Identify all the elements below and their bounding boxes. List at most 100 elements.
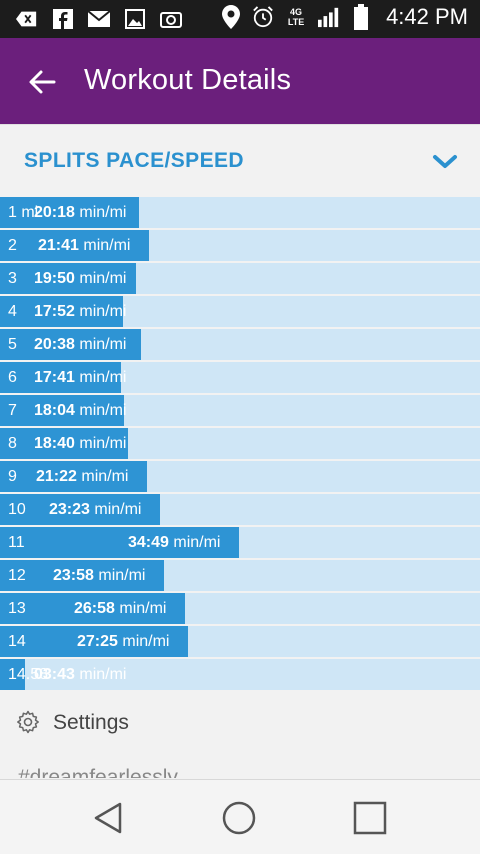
split-pace: 21:41 min/mi [38,237,130,255]
hashtag-text: #dreamfearlessly [18,766,178,778]
splits-section-title: SPLITS PACE/SPEED [24,149,244,172]
splits-list: 1 mi 20:18 min/mi 2 21:41 min/mi 3 19:50 min/… [0,197,480,692]
split-pace: 26:58 min/mi [74,600,166,618]
battery-icon [350,4,372,30]
back-arrow-icon[interactable] [26,66,58,98]
split-label: 10 [8,501,26,518]
split-pace-value: 21:41 [38,237,79,254]
split-pace-value: 18:04 [34,402,75,419]
split-row: 1 mi 20:18 min/mi [0,197,480,230]
split-row: 12 23:58 min/mi [0,560,480,593]
split-row: 5 20:38 min/mi [0,329,480,362]
split-pace-unit: min/mi [79,666,127,683]
split-row: 2 21:41 min/mi [0,230,480,263]
split-label: 8 [8,435,17,452]
split-label: 12 [8,567,26,584]
split-pace: 23:23 min/mi [49,501,141,519]
split-label: 5 [8,336,17,353]
split-pace: 20:18 min/mi [34,204,126,222]
split-row: 7 18:04 min/mi [0,395,480,428]
split-pace-value: 27:25 [77,633,118,650]
signal-icon [318,6,340,28]
split-pace-unit: min/mi [79,435,127,452]
split-row: 14 27:25 min/mi [0,626,480,659]
split-pace: 17:41 min/mi [34,369,126,387]
split-pace-unit: min/mi [98,567,146,584]
split-pace-value: 17:52 [34,303,75,320]
split-pace-unit: min/mi [122,633,170,650]
chevron-down-icon[interactable] [432,153,458,171]
split-row: 10 23:23 min/mi [0,494,480,527]
splits-section-header[interactable]: SPLITS PACE/SPEED [0,124,480,196]
split-row: 14.58 03:43 min/mi [0,659,480,692]
split-pace-unit: min/mi [79,402,127,419]
split-pace-value: 19:50 [34,270,75,287]
settings-row[interactable]: Settings [0,692,480,754]
split-pace: 23:58 min/mi [53,567,145,585]
split-pace: 21:22 min/mi [36,468,128,486]
split-pace-value: 21:22 [36,468,77,485]
split-label: 2 [8,237,17,254]
split-pace: 18:04 min/mi [34,402,126,420]
settings-label: Settings [53,711,129,734]
split-row: 8 18:40 min/mi [0,428,480,461]
gear-icon [16,710,40,734]
home-circle-icon[interactable] [221,800,257,836]
camera-icon [160,8,182,30]
split-row: 4 17:52 min/mi [0,296,480,329]
split-pace-unit: min/mi [79,303,127,320]
recents-square-icon[interactable] [352,800,388,836]
page-title: Workout Details [84,64,292,96]
split-pace-unit: min/mi [119,600,167,617]
split-row: 11 34:49 min/mi [0,527,480,560]
split-pace: 17:52 min/mi [34,303,126,321]
alarm-icon [252,6,274,28]
split-pace: 34:49 min/mi [128,534,220,552]
image-icon [124,8,146,30]
split-pace-value: 23:23 [49,501,90,518]
split-pace-value: 03:43 [34,666,75,683]
status-time: 4:42 PM [386,4,468,29]
split-pace-value: 17:41 [34,369,75,386]
split-pace: 19:50 min/mi [34,270,126,288]
split-pace-value: 34:49 [128,534,169,551]
facebook-icon [52,8,74,30]
split-pace-unit: min/mi [81,468,129,485]
split-pace-value: 20:18 [34,204,75,221]
split-row: 3 19:50 min/mi [0,263,480,296]
split-pace-unit: min/mi [79,369,127,386]
location-pin-icon [220,5,242,29]
split-pace-unit: min/mi [79,336,127,353]
split-pace-unit: min/mi [79,270,127,287]
split-label: 6 [8,369,17,386]
split-pace: 20:38 min/mi [34,336,126,354]
split-pace-value: 20:38 [34,336,75,353]
network-icon: 4G LTE [287,7,305,27]
split-pace-unit: min/mi [173,534,221,551]
split-label: 3 [8,270,17,287]
split-pace-unit: min/mi [79,204,127,221]
split-label: 13 [8,600,26,617]
split-pace-unit: min/mi [83,237,131,254]
split-label: 14 [8,633,26,650]
split-label: 7 [8,402,17,419]
split-row: 6 17:41 min/mi [0,362,480,395]
status-bar: 4G LTE 4:42 PM [0,0,480,38]
split-pace: 27:25 min/mi [77,633,169,651]
app-bar: Workout Details [0,38,480,124]
split-row: 13 26:58 min/mi [0,593,480,626]
split-pace-value: 23:58 [53,567,94,584]
system-nav-bar [0,779,480,854]
split-pace: 18:40 min/mi [34,435,126,453]
split-pace: 03:43 min/mi [34,666,126,684]
split-pace-value: 26:58 [74,600,115,617]
split-row: 9 21:22 min/mi [0,461,480,494]
mail-icon [88,8,110,30]
split-pace-unit: min/mi [94,501,142,518]
back-bubble-icon [16,8,38,30]
back-triangle-icon[interactable] [92,800,128,836]
split-pace-value: 18:40 [34,435,75,452]
split-label: 4 [8,303,17,320]
split-label: 11 [8,534,25,551]
split-label: 9 [8,468,17,485]
